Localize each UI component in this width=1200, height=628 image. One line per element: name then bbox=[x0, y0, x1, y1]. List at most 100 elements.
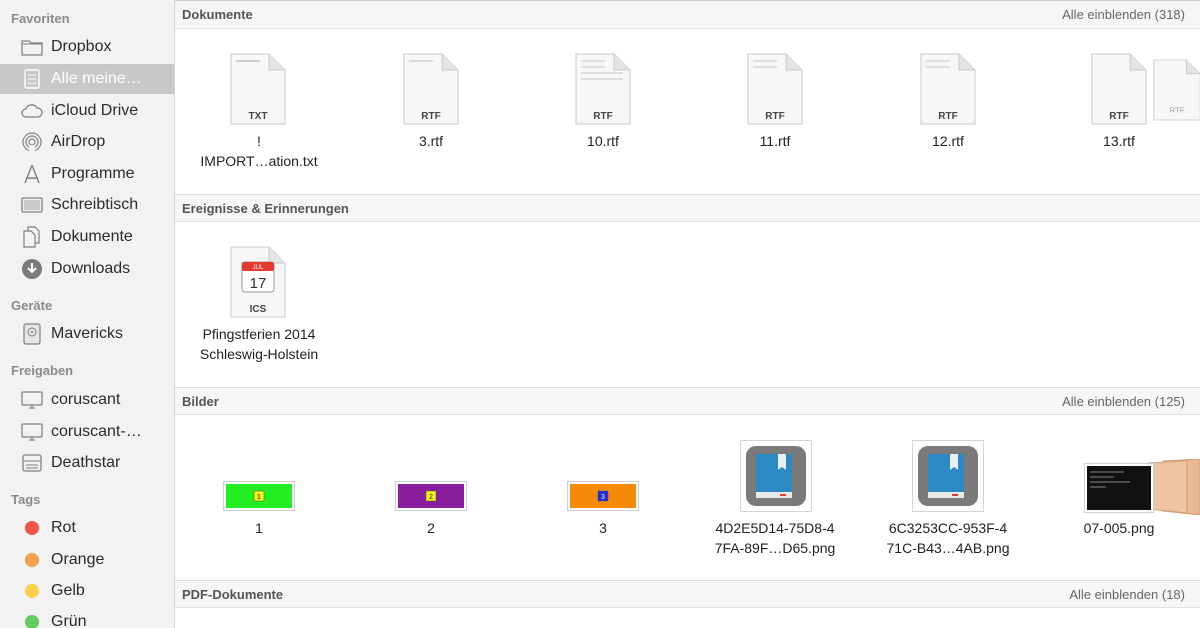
desktop-icon bbox=[21, 194, 43, 216]
sidebar-item-deathstar[interactable]: Deathstar bbox=[0, 448, 174, 478]
disk-icon bbox=[21, 323, 43, 345]
file-name: 11.rtf bbox=[759, 133, 791, 149]
book-app-icon bbox=[912, 440, 984, 512]
sidebar-item-schreibtisch[interactable]: Schreibtisch bbox=[0, 190, 174, 220]
file-name: 12.rtf bbox=[932, 133, 964, 149]
sidebar-item-label: iCloud Drive bbox=[51, 102, 139, 119]
file-type-label: ICS bbox=[250, 304, 267, 315]
section-header-pdf: PDF-Dokumente Alle einblenden (18) bbox=[175, 580, 1200, 608]
calendar-ics-icon: JUL 17 ICS bbox=[230, 246, 286, 318]
section-header-events: Ereignisse & Erinnerungen bbox=[175, 194, 1200, 222]
file-name: 2 bbox=[427, 520, 435, 536]
shared-header: Freigaben bbox=[11, 363, 74, 378]
sidebar-item-dokumente[interactable]: Dokumente bbox=[0, 222, 174, 252]
all-files-icon bbox=[21, 68, 43, 90]
sidebar-item-mavericks[interactable]: Mavericks bbox=[0, 319, 174, 349]
cloud-icon bbox=[21, 100, 43, 122]
book-app-icon bbox=[740, 440, 812, 512]
server-icon bbox=[21, 452, 43, 474]
sidebar-item-icloud-drive[interactable]: iCloud Drive bbox=[0, 96, 174, 126]
airdrop-icon bbox=[21, 131, 43, 153]
sidebar-item-label: Programme bbox=[51, 165, 135, 182]
sidebar-item-programme[interactable]: Programme bbox=[0, 159, 174, 189]
section-title: Ereignisse & Erinnerungen bbox=[182, 201, 349, 216]
show-all-pdf-button[interactable]: Alle einblenden (18) bbox=[1069, 587, 1185, 602]
sidebar-item-label: Grün bbox=[51, 613, 87, 628]
monitor-icon bbox=[21, 389, 43, 411]
devices-header: Geräte bbox=[11, 298, 53, 313]
file-name-line-1: Pfingstferien 2014 bbox=[202, 326, 316, 342]
file-name: Pfingstferien 2014 Schleswig-Holstein bbox=[184, 324, 334, 364]
sidebar-item-downloads[interactable]: Downloads bbox=[0, 254, 174, 284]
all-files-view: Dokumente Alle einblenden (318) TXT ! IMP… bbox=[175, 0, 1200, 628]
sidebar-item-tag-rot[interactable]: Rot bbox=[0, 513, 174, 543]
file-name-line-1: 4D2E5D14-75D8-4 bbox=[715, 520, 835, 536]
image-badge-label: 1 bbox=[257, 494, 261, 501]
calendar-day: 17 bbox=[250, 275, 267, 292]
orange-image-thumbnail: 3 bbox=[567, 481, 639, 511]
sidebar-item-label: Gelb bbox=[51, 582, 85, 599]
rtf-document-icon: RTF bbox=[1091, 53, 1147, 125]
applications-icon bbox=[21, 163, 43, 185]
file-name-line-2: IMPORT…ation.txt bbox=[200, 153, 318, 169]
sidebar-item-label: Dropbox bbox=[51, 38, 112, 55]
section-title: PDF-Dokumente bbox=[182, 587, 284, 602]
file-name: 10.rtf bbox=[587, 133, 619, 149]
rtf-document-icon: RTF bbox=[403, 53, 459, 125]
file-name-line-1: 6C3253CC-953F-4 bbox=[888, 520, 1008, 536]
tags-header: Tags bbox=[11, 492, 41, 507]
sidebar-item-coruscant-2[interactable]: coruscant-… bbox=[0, 417, 174, 447]
file-name-line-2: Schleswig-Holstein bbox=[199, 346, 319, 362]
file-name: 4D2E5D14-75D8-4 7FA-89F…D65.png bbox=[700, 518, 850, 558]
section-header-documents: Dokumente Alle einblenden (318) bbox=[175, 1, 1200, 29]
sidebar-item-dropbox[interactable]: Dropbox bbox=[0, 32, 174, 62]
stacked-rtf-document-icon: RTF bbox=[1153, 59, 1200, 121]
sidebar-item-label: Mavericks bbox=[51, 325, 124, 342]
sidebar-item-label: Alle meine… bbox=[51, 70, 142, 87]
sidebar-item-label: Deathstar bbox=[51, 454, 121, 471]
sidebar-item-all-files[interactable]: Alle meine… bbox=[0, 64, 174, 94]
sidebar-item-tag-gruen[interactable]: Grün bbox=[0, 607, 174, 628]
file-name: 1 bbox=[255, 520, 263, 536]
svg-text:RTF: RTF bbox=[593, 111, 612, 122]
svg-text:RTF: RTF bbox=[938, 111, 957, 122]
svg-text:TXT: TXT bbox=[249, 111, 268, 122]
image-badge-label: 2 bbox=[429, 494, 433, 501]
sidebar-item-tag-orange[interactable]: Orange bbox=[0, 545, 174, 575]
red-tag-dot-icon bbox=[25, 521, 39, 535]
downloads-icon bbox=[21, 258, 43, 280]
rtf-document-icon: RTF bbox=[747, 53, 803, 125]
file-name: 6C3253CC-953F-4 71C-B43…4AB.png bbox=[873, 518, 1023, 558]
svg-text:RTF: RTF bbox=[765, 111, 784, 122]
monitor-icon bbox=[21, 421, 43, 443]
file-name: ! IMPORT…ation.txt bbox=[184, 131, 334, 171]
file-name: 3.rtf bbox=[418, 133, 444, 149]
svg-text:RTF: RTF bbox=[1109, 111, 1128, 122]
txt-document-icon: TXT bbox=[230, 53, 286, 125]
sidebar: Favoriten Dropbox Alle meine… iCloud Dri… bbox=[0, 0, 175, 628]
sidebar-item-label: AirDrop bbox=[51, 133, 106, 150]
sidebar-item-label: Rot bbox=[51, 519, 76, 536]
sidebar-item-coruscant[interactable]: coruscant bbox=[0, 385, 174, 415]
calendar-month: JUL bbox=[253, 265, 264, 271]
file-name-line-2: 71C-B43…4AB.png bbox=[886, 540, 1010, 556]
sidebar-item-label: Schreibtisch bbox=[51, 196, 139, 213]
green-image-thumbnail: 1 bbox=[223, 481, 295, 511]
sidebar-item-airdrop[interactable]: AirDrop bbox=[0, 127, 174, 157]
rtf-document-icon: RTF bbox=[920, 53, 976, 125]
section-title: Bilder bbox=[182, 394, 219, 409]
sidebar-item-label: Orange bbox=[51, 551, 105, 568]
file-name: 07-005.png bbox=[1083, 520, 1155, 536]
sidebar-item-label: coruscant-… bbox=[51, 423, 142, 440]
sidebar-item-label: Downloads bbox=[51, 260, 131, 277]
image-badge-label: 3 bbox=[601, 494, 605, 501]
file-name: 3 bbox=[599, 520, 607, 536]
show-all-documents-button[interactable]: Alle einblenden (318) bbox=[1062, 7, 1185, 22]
folder-icon bbox=[21, 36, 43, 58]
orange-tag-dot-icon bbox=[25, 553, 39, 567]
sidebar-item-tag-gelb[interactable]: Gelb bbox=[0, 576, 174, 606]
file-name-line-1: ! bbox=[257, 133, 261, 149]
section-header-images: Bilder Alle einblenden (125) bbox=[175, 387, 1200, 415]
show-all-images-button[interactable]: Alle einblenden (125) bbox=[1062, 394, 1185, 409]
sidebar-item-label: coruscant bbox=[51, 391, 121, 408]
